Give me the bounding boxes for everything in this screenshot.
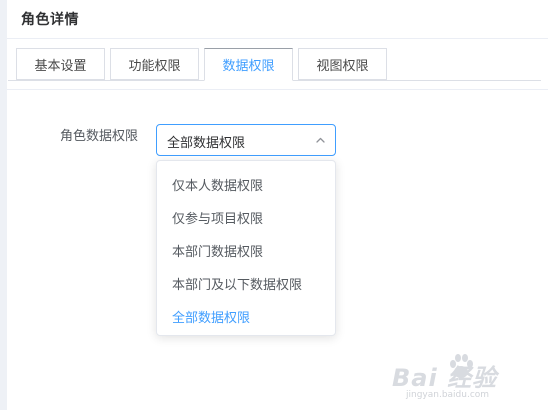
tab-basic-settings[interactable]: 基本设置 <box>16 48 105 80</box>
tabs-divider <box>7 89 548 90</box>
page-title: 角色详情 <box>21 12 79 28</box>
dropdown-option-department-and-below[interactable]: 本部门及以下数据权限 <box>157 267 335 300</box>
watermark-text: Bai 经验 <box>392 364 498 392</box>
dropdown-option-participated-projects[interactable]: 仅参与项目权限 <box>157 201 335 234</box>
tab-function-permissions[interactable]: 功能权限 <box>110 48 199 80</box>
tab-view-permissions[interactable]: 视图权限 <box>298 48 387 80</box>
role-data-permission-label: 角色数据权限 <box>60 129 139 144</box>
select-current-value: 全部数据权限 <box>167 136 246 151</box>
select-dropdown-menu: 仅本人数据权限 仅参与项目权限 本部门数据权限 本部门及以下数据权限 全部数据权… <box>156 160 336 336</box>
role-data-permission-select[interactable]: 全部数据权限 <box>156 124 336 156</box>
left-rail <box>0 0 7 410</box>
dropdown-option-all-data[interactable]: 全部数据权限 <box>157 300 335 333</box>
dropdown-option-self-only[interactable]: 仅本人数据权限 <box>157 168 335 201</box>
page-header: 角色详情 <box>7 0 548 39</box>
dropdown-option-own-department[interactable]: 本部门数据权限 <box>157 234 335 267</box>
watermark-url: jingyan.baidu.com <box>406 390 490 400</box>
baidu-jingyan-watermark: Bai 经验 jingyan.baidu.com <box>392 352 542 406</box>
paw-icon <box>450 354 473 378</box>
tab-data-permissions[interactable]: 数据权限 <box>204 48 293 81</box>
role-detail-page: 角色详情 基本设置 功能权限 数据权限 视图权限 角色数据权限 全部数据权限 仅… <box>0 0 548 410</box>
chevron-up-icon <box>316 137 325 143</box>
